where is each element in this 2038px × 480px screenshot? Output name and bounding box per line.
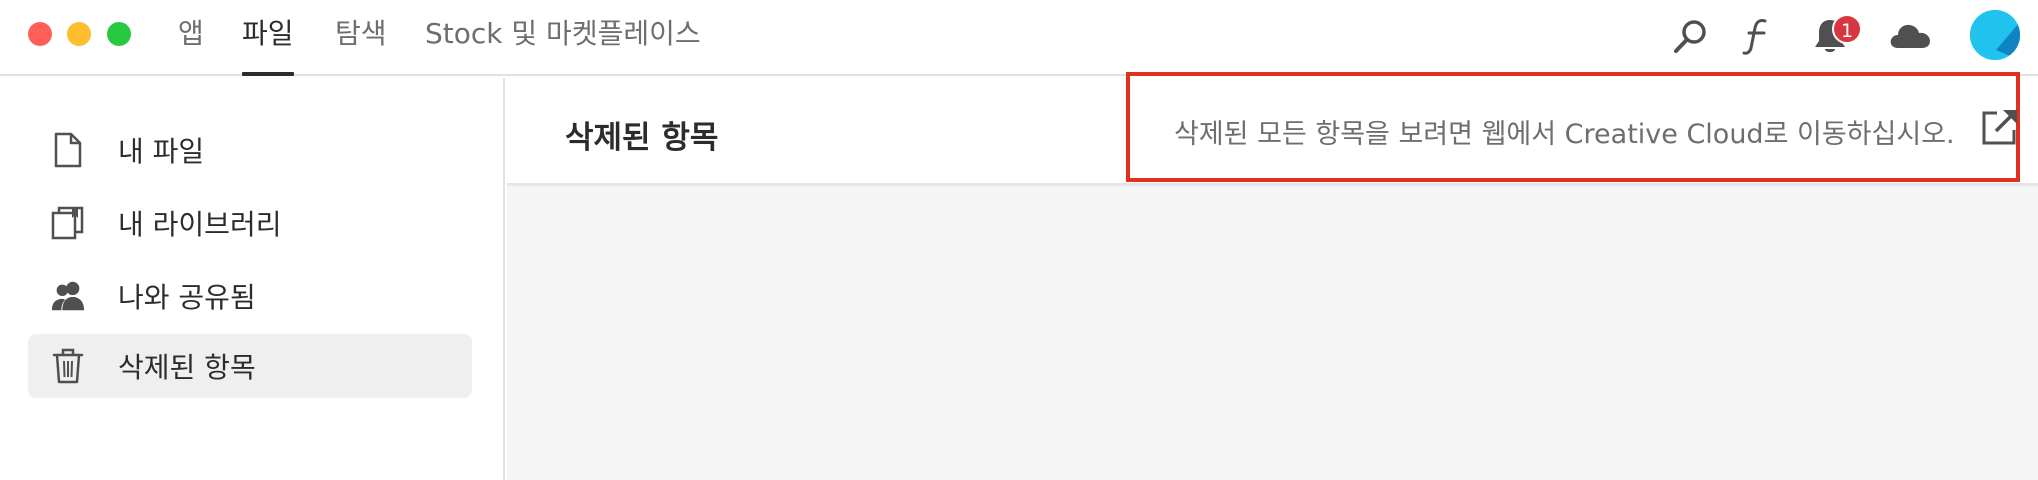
search-icon <box>1674 20 1706 53</box>
content-header: 삭제된 항목 삭제된 모든 항목을 보려면 웹에서 Creative Cloud… <box>507 72 2038 186</box>
avatar[interactable] <box>1970 10 2020 60</box>
active-tab-indicator <box>242 72 294 76</box>
sidebar-item-label: 삭제된 항목 <box>118 351 256 384</box>
fonts-icon <box>1742 19 1767 55</box>
open-in-web-button[interactable] <box>1981 108 2019 146</box>
window-close-button[interactable] <box>28 22 52 46</box>
cloud-icon <box>1890 24 1930 48</box>
cloud-button[interactable] <box>1886 12 1934 60</box>
sidebar-item-my-libraries[interactable]: 내 라이브러리 <box>28 191 472 255</box>
fonts-button[interactable] <box>1733 12 1781 60</box>
file-icon <box>50 132 86 168</box>
trash-icon <box>50 348 86 384</box>
window-maximize-button[interactable] <box>107 22 131 46</box>
sidebar: 내 파일 내 라이브러리 나와 공유됨 삭제된 항목 <box>0 78 505 480</box>
users-icon <box>50 278 86 314</box>
sidebar-item-my-files[interactable]: 내 파일 <box>28 118 472 182</box>
tab-label: 앱 <box>178 17 204 50</box>
search-button[interactable] <box>1667 12 1715 60</box>
notification-badge: 1 <box>1832 14 1862 44</box>
tab-label: Stock 및 마켓플레이스 <box>425 17 701 50</box>
title-bar: 앱 파일 탐색 Stock 및 마켓플레이스 1 <box>0 0 2038 76</box>
tab-label: 탐색 <box>335 17 387 50</box>
highlight-box: 삭제된 모든 항목을 보려면 웹에서 Creative Cloud로 이동하십시… <box>1126 72 2020 182</box>
window-minimize-button[interactable] <box>67 22 91 46</box>
tab-label: 파일 <box>242 17 294 50</box>
sidebar-item-label: 나와 공유됨 <box>118 281 256 314</box>
sidebar-item-deleted[interactable]: 삭제된 항목 <box>28 334 472 398</box>
tab-apps[interactable]: 앱 <box>178 14 204 54</box>
sidebar-item-label: 내 파일 <box>118 135 205 168</box>
library-icon <box>50 205 86 241</box>
avatar-image <box>1970 10 2020 60</box>
info-message: 삭제된 모든 항목을 보려면 웹에서 Creative Cloud로 이동하십시… <box>1174 119 1955 150</box>
sidebar-item-label: 내 라이브러리 <box>118 208 282 241</box>
tab-stock-marketplace[interactable]: Stock 및 마켓플레이스 <box>425 14 701 54</box>
tab-discover[interactable]: 탐색 <box>335 14 387 54</box>
tab-files[interactable]: 파일 <box>242 14 294 76</box>
sidebar-item-shared-with-me[interactable]: 나와 공유됨 <box>28 264 472 328</box>
main-content: 삭제된 항목 삭제된 모든 항목을 보려면 웹에서 Creative Cloud… <box>507 72 2038 480</box>
page-title: 삭제된 항목 <box>565 120 719 156</box>
notifications-button[interactable]: 1 <box>1806 12 1862 60</box>
external-link-icon <box>1982 110 2017 145</box>
